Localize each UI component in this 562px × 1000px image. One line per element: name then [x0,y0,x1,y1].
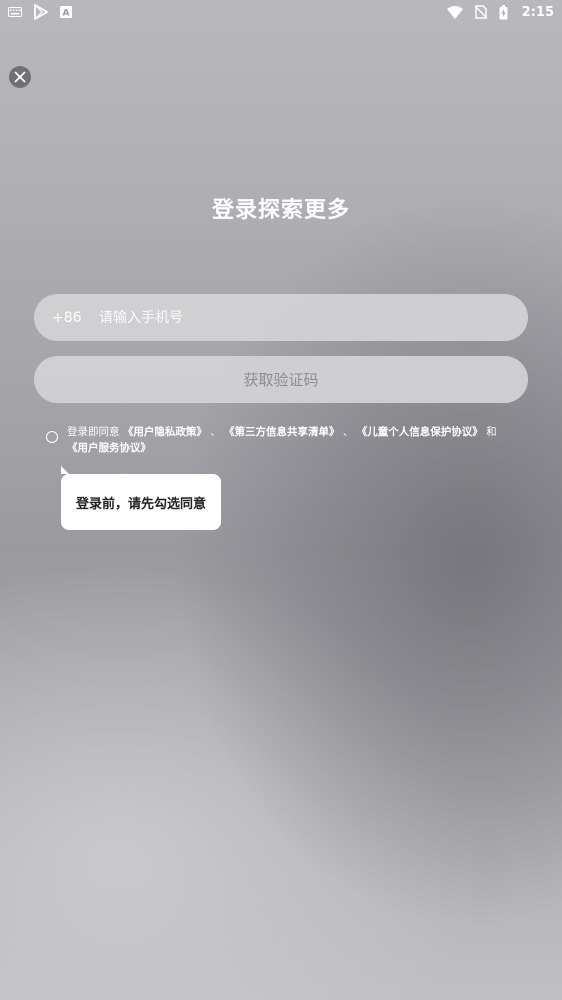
svg-text:A: A [63,9,70,19]
status-left: A [8,4,72,20]
agreement-separator: 、 [342,426,354,438]
phone-input[interactable] [97,308,528,327]
children-privacy-link[interactable]: 《儿童个人信息保护协议》 [357,426,483,438]
battery-icon [499,4,508,20]
close-button[interactable] [9,66,31,88]
agree-tooltip: 登录前，请先勾选同意 [61,466,221,530]
close-icon [14,71,26,83]
page-title: 登录探索更多 [211,198,350,223]
status-bar: A 2:15 [0,0,562,24]
status-time: 2:15 [521,4,554,20]
phone-field[interactable]: +86 [34,294,528,341]
play-store-icon [34,4,48,20]
agree-checkbox[interactable] [46,431,58,443]
agreement-prefix: 登录即同意 [67,426,120,438]
keyboard-icon [8,7,22,17]
wifi-icon [446,5,463,19]
user-service-link[interactable]: 《用户服务协议》 [67,442,151,454]
agreement-separator: 、 [210,426,221,438]
status-right: 2:15 [446,4,554,20]
a-notification-icon: A [60,6,72,18]
third-party-sharing-link[interactable]: 《第三方信息共享清单》 [224,426,340,438]
agreement-and: 和 [486,426,497,438]
country-code[interactable]: +86 [52,310,97,326]
privacy-policy-link[interactable]: 《用户隐私政策》 [123,426,207,438]
no-sim-icon [474,5,487,19]
agreement-text: 登录即同意 《用户隐私政策》 、 《第三方信息共享清单》 、 《儿童个人信息保护… [67,424,497,456]
get-code-button[interactable]: 获取验证码 [34,356,528,403]
agreement: 登录即同意 《用户隐私政策》 、 《第三方信息共享清单》 、 《儿童个人信息保护… [46,424,526,456]
